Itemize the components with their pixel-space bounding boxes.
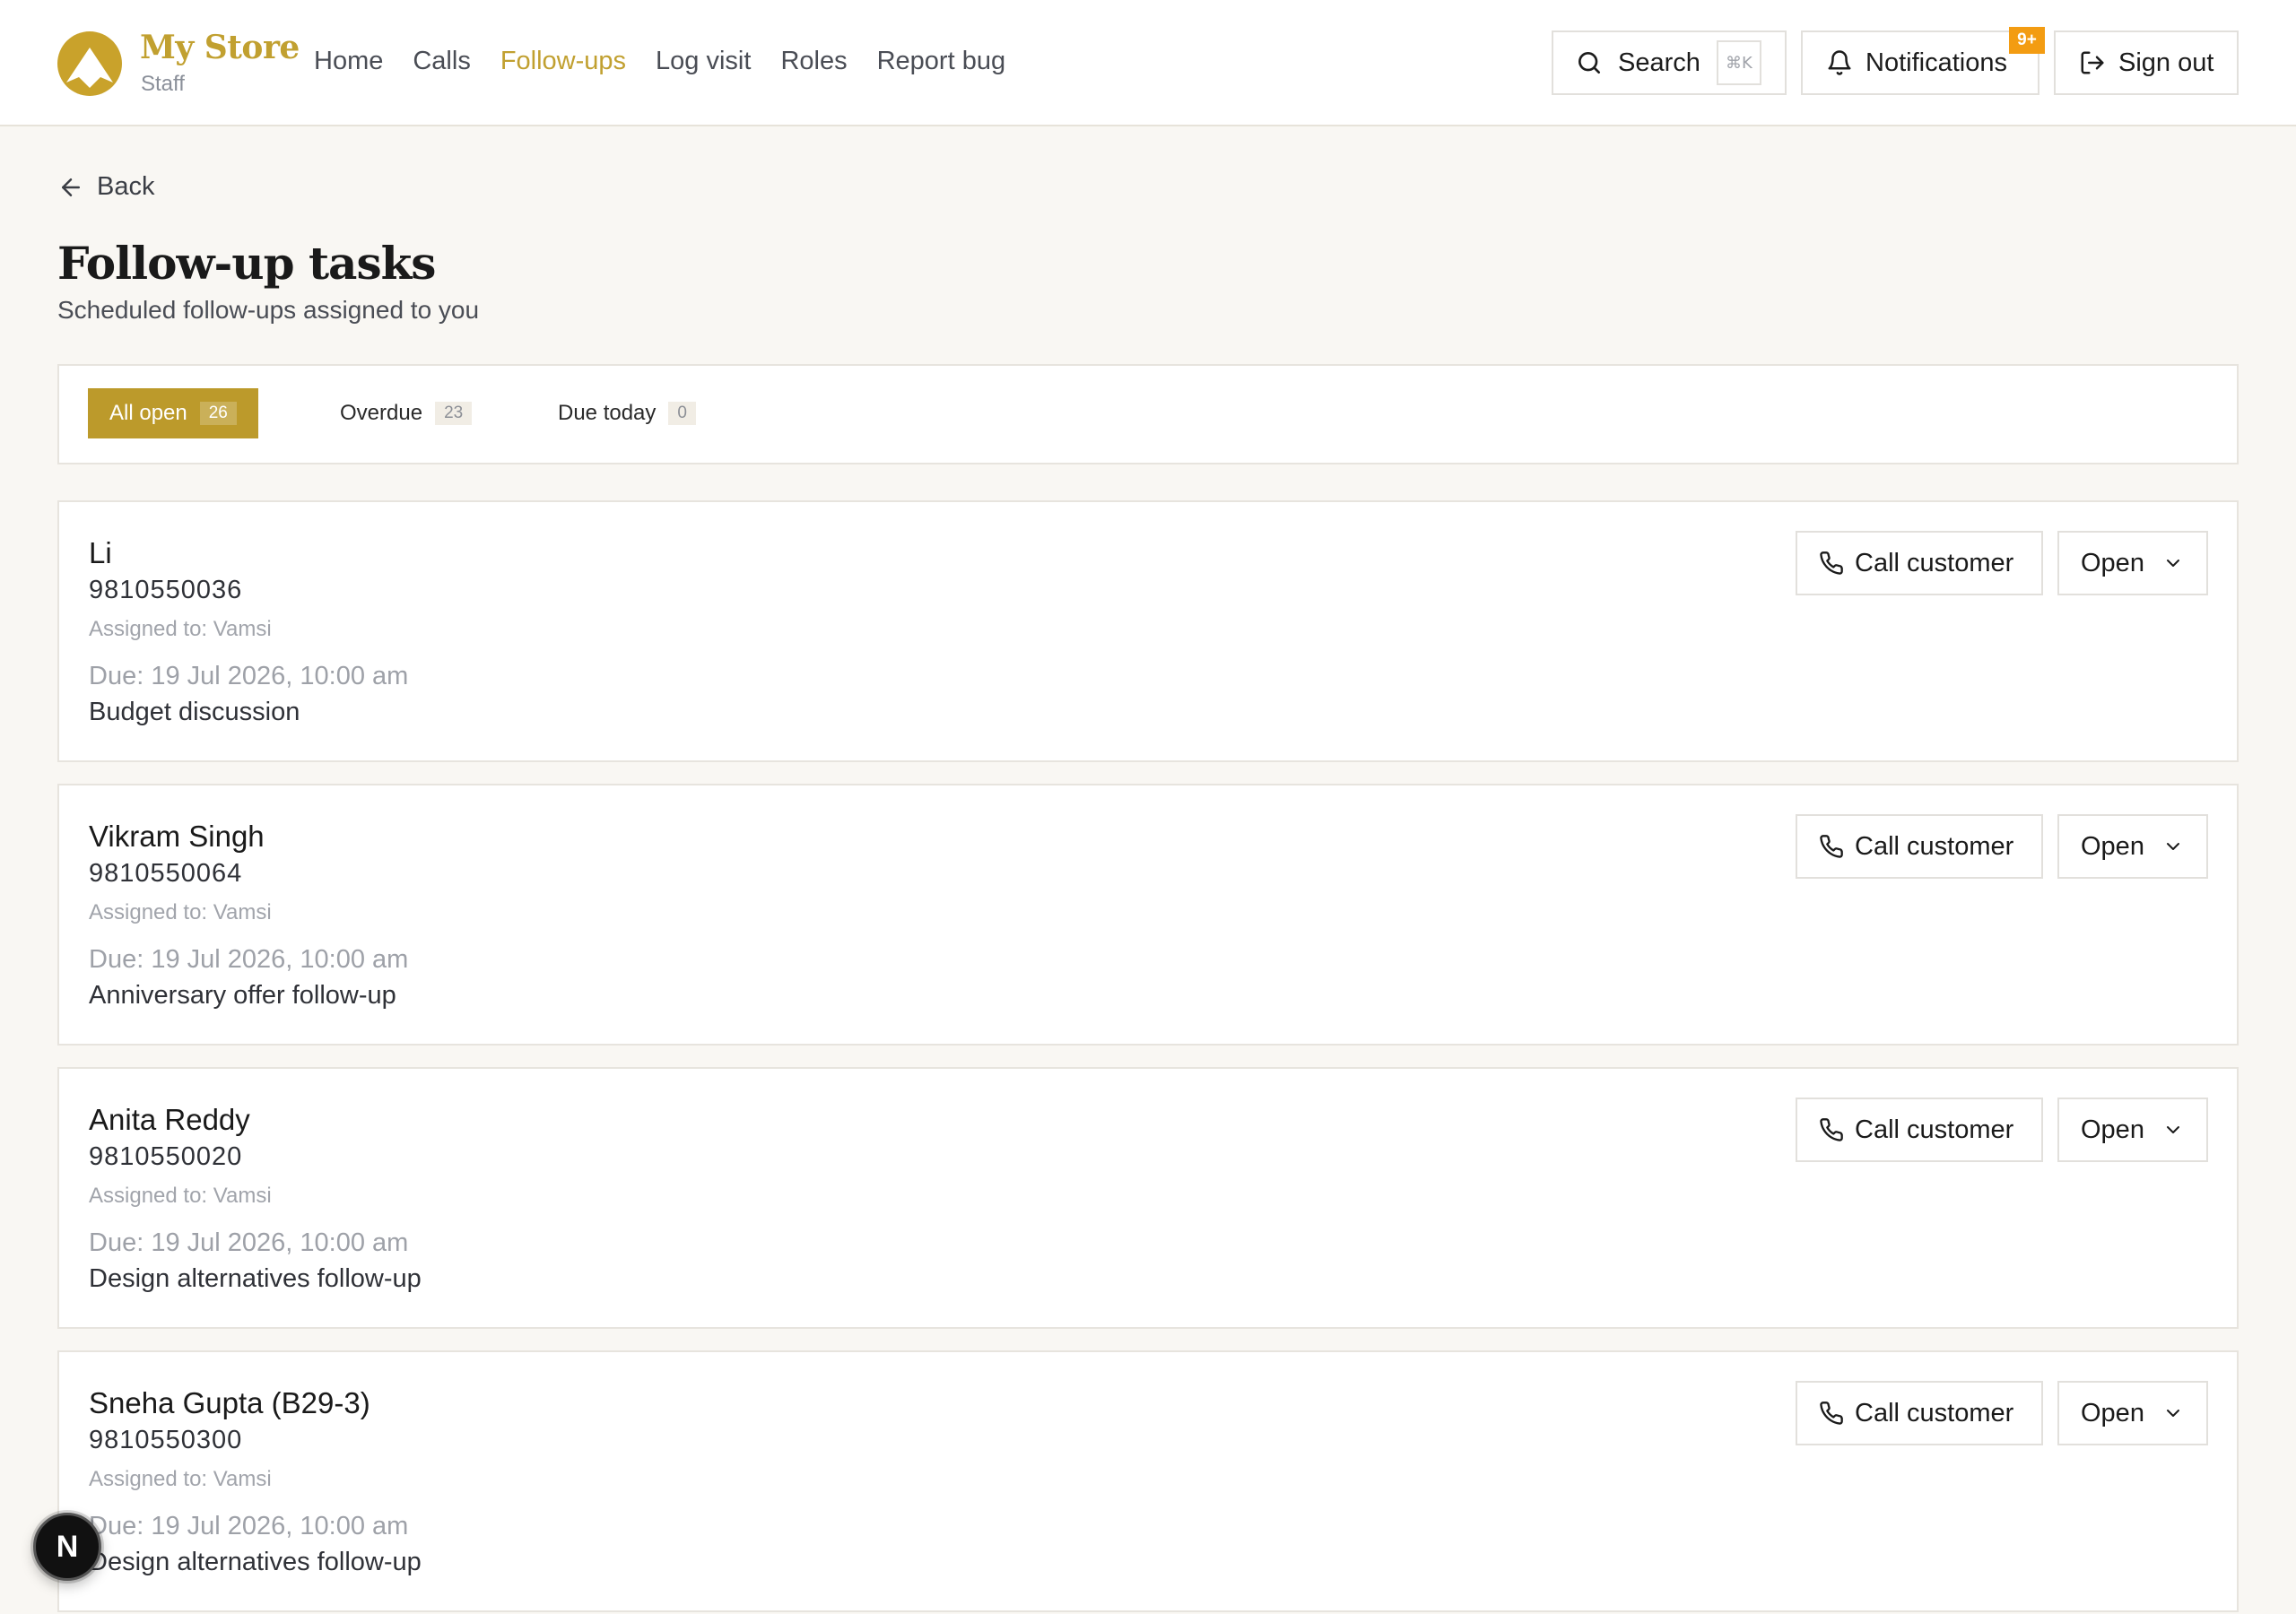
task-note: Budget discussion (89, 698, 300, 726)
filter-tab-due-today[interactable]: Due today 0 (558, 388, 718, 438)
open-dropdown-button[interactable]: Open (2057, 814, 2208, 879)
filter-tab-label: All open (109, 401, 187, 425)
sign-out-label: Sign out (2118, 48, 2214, 77)
customer-name: Sneha Gupta (B29-3) (89, 1386, 370, 1419)
top-navigation-bar: My Store Staff Home Calls Follow-ups Log… (0, 0, 2296, 126)
call-customer-button[interactable]: Call customer (1796, 814, 2043, 879)
task-note: Anniversary offer follow-up (89, 981, 396, 1010)
open-label: Open (2081, 1398, 2144, 1427)
phone-icon (1820, 835, 1843, 858)
nav-item-calls[interactable]: Calls (413, 47, 470, 76)
call-customer-button[interactable]: Call customer (1796, 1381, 2043, 1445)
open-label: Open (2081, 831, 2144, 861)
filter-tab-count: 23 (435, 402, 473, 425)
task-card: Anita Reddy 9810550020 Assigned to: Vams… (57, 1067, 2239, 1329)
main-nav: Home Calls Follow-ups Log visit Roles Re… (314, 47, 1035, 76)
filter-tab-overdue[interactable]: Overdue 23 (340, 388, 493, 438)
store-logo-icon[interactable] (57, 30, 123, 97)
call-customer-button[interactable]: Call customer (1796, 1098, 2043, 1162)
customer-name: Li (89, 536, 112, 569)
back-link[interactable]: Back (57, 172, 154, 202)
due-date: Due: 19 Jul 2026, 10:00 am (89, 1512, 409, 1540)
notifications-label: Notifications (1866, 48, 2007, 77)
nav-item-roles[interactable]: Roles (780, 47, 847, 76)
nav-item-log-visit[interactable]: Log visit (656, 47, 751, 76)
sign-out-button[interactable]: Sign out (2054, 30, 2239, 95)
due-date: Due: 19 Jul 2026, 10:00 am (89, 662, 409, 690)
customer-name: Vikram Singh (89, 820, 265, 853)
call-customer-label: Call customer (1855, 831, 2014, 861)
chevron-down-icon (2166, 1410, 2179, 1417)
search-button[interactable]: Search ⌘K (1552, 30, 1787, 95)
chevron-down-icon (2166, 843, 2179, 850)
call-customer-label: Call customer (1855, 1398, 2014, 1427)
arrow-left-icon (62, 178, 80, 196)
due-date: Due: 19 Jul 2026, 10:00 am (89, 1228, 409, 1257)
search-icon (1578, 52, 1600, 74)
log-out-icon (2081, 51, 2104, 74)
call-customer-label: Call customer (1855, 548, 2014, 577)
filter-tab-label: Due today (558, 401, 657, 425)
task-card: Sneha Gupta (B29-3) 9810550300 Assigned … (57, 1350, 2239, 1612)
open-label: Open (2081, 1115, 2144, 1144)
back-label: Back (97, 172, 155, 201)
customer-name: Anita Reddy (89, 1103, 250, 1136)
phone-icon (1820, 1401, 1843, 1425)
open-dropdown-button[interactable]: Open (2057, 531, 2208, 595)
chevron-down-icon (2166, 1126, 2179, 1133)
brand-role: Staff (141, 72, 185, 96)
task-card: Vikram Singh 9810550064 Assigned to: Vam… (57, 784, 2239, 1046)
due-date: Due: 19 Jul 2026, 10:00 am (89, 945, 409, 974)
search-label: Search (1618, 48, 1700, 77)
chevron-down-icon (2166, 560, 2179, 567)
customer-phone: 9810550064 (89, 859, 243, 888)
keyboard-shortcut-hint: ⌘K (1716, 40, 1761, 85)
task-note: Design alternatives follow-up (89, 1264, 422, 1293)
call-customer-label: Call customer (1855, 1115, 2014, 1144)
filter-tab-count: 0 (668, 402, 696, 425)
nav-item-report-bug[interactable]: Report bug (877, 47, 1006, 76)
nav-item-home[interactable]: Home (314, 47, 383, 76)
dev-tools-badge[interactable]: N (33, 1513, 101, 1581)
notifications-count-badge: 9+ (2009, 27, 2045, 54)
page-subtitle: Scheduled follow-ups assigned to you (57, 296, 480, 324)
filter-tab-count: 26 (199, 402, 237, 425)
task-note: Design alternatives follow-up (89, 1548, 422, 1576)
customer-phone: 9810550300 (89, 1426, 243, 1454)
notifications-button[interactable]: Notifications 9+ (1801, 27, 2045, 95)
filter-tabs: All open 26 Overdue 23 Due today 0 (57, 364, 2239, 464)
phone-icon (1820, 551, 1843, 575)
call-customer-button[interactable]: Call customer (1796, 531, 2043, 595)
assigned-to: Assigned to: Vamsi (89, 617, 272, 641)
assigned-to: Assigned to: Vamsi (89, 1467, 272, 1491)
open-dropdown-button[interactable]: Open (2057, 1381, 2208, 1445)
customer-phone: 9810550020 (89, 1142, 243, 1171)
customer-phone: 9810550036 (89, 576, 243, 604)
filter-tab-label: Overdue (340, 401, 423, 425)
nav-item-follow-ups[interactable]: Follow-ups (500, 47, 626, 76)
task-card: Li 9810550036 Assigned to: Vamsi Due: 19… (57, 500, 2239, 762)
open-label: Open (2081, 548, 2144, 577)
page-title: Follow-up tasks (57, 237, 436, 290)
brand-name[interactable]: My Store (140, 29, 300, 66)
bell-icon (1828, 50, 1851, 75)
open-dropdown-button[interactable]: Open (2057, 1098, 2208, 1162)
assigned-to: Assigned to: Vamsi (89, 1184, 272, 1208)
filter-tab-all-open[interactable]: All open 26 (88, 388, 258, 438)
phone-icon (1820, 1118, 1843, 1141)
assigned-to: Assigned to: Vamsi (89, 900, 272, 924)
